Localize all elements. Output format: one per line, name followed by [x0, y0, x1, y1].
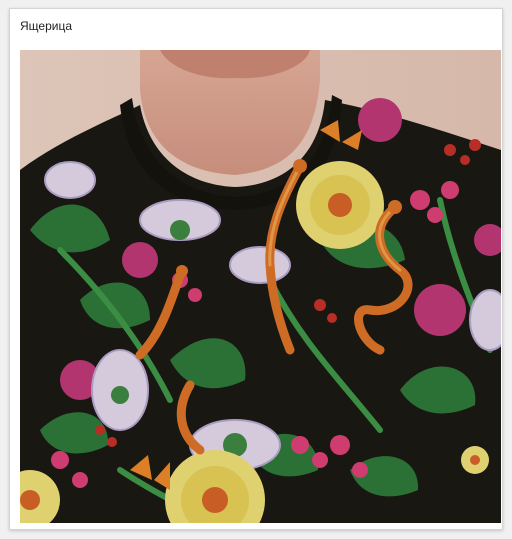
image-card: Ящерица [9, 8, 503, 530]
image-caption: Ящерица [20, 19, 73, 33]
photo[interactable] [20, 50, 501, 523]
